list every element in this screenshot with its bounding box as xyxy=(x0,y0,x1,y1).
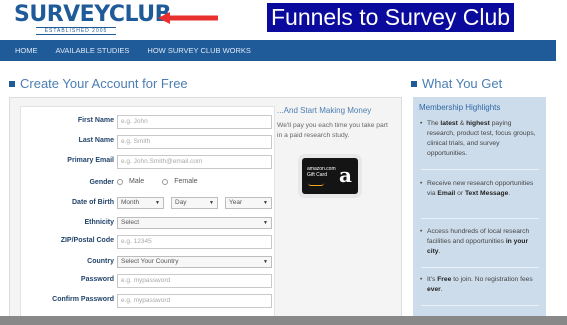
gender-female-radio[interactable] xyxy=(162,178,169,185)
divider xyxy=(421,169,539,170)
gender-female-label: Female xyxy=(174,178,198,185)
create-account-heading-text: Create Your Account for Free xyxy=(20,76,188,91)
overlay-title: Funnels to Survey Club xyxy=(267,3,515,32)
gender-row: Gender Male Female xyxy=(21,177,276,193)
heading-square-icon xyxy=(411,80,417,87)
email-label: Primary Email xyxy=(67,157,114,164)
promo-text: We'll pay you each time you take part in… xyxy=(277,122,388,139)
password-input[interactable]: e.g. mypassword xyxy=(117,274,272,288)
highlight-item: • It's Free to join. No registration fee… xyxy=(419,275,541,295)
logo-text: SURVEYCLUB xyxy=(14,2,171,27)
ethnicity-select[interactable]: Select ▼ xyxy=(117,217,272,229)
ethnicity-value: Select xyxy=(121,219,140,226)
highlight-bold: Free xyxy=(437,276,452,283)
first-name-input[interactable]: e.g. John xyxy=(117,115,272,129)
ethnicity-row: Ethnicity Select ▼ xyxy=(21,217,276,233)
chevron-down-icon: ▼ xyxy=(209,200,214,206)
amazon-gift-card-image: amazon.com Gift Card a xyxy=(302,158,358,194)
highlight-text: . xyxy=(438,248,441,255)
first-name-row: First Name e.g. John xyxy=(21,115,276,131)
email-input[interactable]: e.g. John.Smith@email.com xyxy=(117,155,272,169)
highlight-item: • Receive new research opportunities via… xyxy=(419,179,541,199)
nav-home[interactable]: HOME xyxy=(15,46,38,55)
nav-how-it-works[interactable]: HOW SURVEY CLUB WORKS xyxy=(147,46,251,55)
bullet-icon: • xyxy=(420,180,423,187)
survey-club-logo[interactable]: SURVEYCLUB ESTABLISHED 2005 xyxy=(14,2,171,35)
dob-day-select[interactable]: Day ▼ xyxy=(171,197,218,209)
highlight-text: It's xyxy=(427,276,438,283)
highlight-text: to join. No registration fees xyxy=(451,276,533,283)
red-arrow-icon xyxy=(158,12,218,24)
highlight-item: • The latest & highest paying research, … xyxy=(419,119,541,159)
zip-label: ZIP/Postal Code xyxy=(60,237,114,244)
dob-row: Date of Birth Month ▼ Day ▼ Year ▼ xyxy=(21,197,276,213)
highlight-text: . xyxy=(508,190,511,197)
highlight-bold: ever xyxy=(427,286,441,293)
dob-year-select[interactable]: Year ▼ xyxy=(225,197,272,209)
membership-highlights-title: Membership Highlights xyxy=(419,103,501,112)
dob-label: Date of Birth xyxy=(72,199,114,206)
zip-row: ZIP/Postal Code e.g. 12345 xyxy=(21,235,276,251)
gender-options: Male Female xyxy=(117,178,198,185)
last-name-row: Last Name e.g. Smith xyxy=(21,135,276,151)
country-row: Country Select Your Country ▼ xyxy=(21,256,276,272)
highlight-text: or xyxy=(455,190,465,197)
confirm-password-row: Confirm Password e.g. mypassword xyxy=(21,294,276,310)
amazon-a-logo: a xyxy=(339,163,352,187)
ethnicity-label: Ethnicity xyxy=(84,219,114,226)
highlight-text: The xyxy=(427,120,441,127)
chevron-down-icon: ▼ xyxy=(263,200,268,206)
what-you-get-heading-text: What You Get xyxy=(422,76,503,91)
footer-bar xyxy=(0,316,567,325)
dob-month-select[interactable]: Month ▼ xyxy=(117,197,164,209)
divider xyxy=(421,218,539,219)
nav-available-studies[interactable]: AVAILABLE STUDIES xyxy=(56,46,130,55)
password-row: Password e.g. mypassword xyxy=(21,274,276,290)
country-label: Country xyxy=(87,258,114,265)
divider xyxy=(421,305,539,306)
highlight-text: & xyxy=(457,120,467,127)
chevron-down-icon: ▼ xyxy=(263,220,268,226)
first-name-label: First Name xyxy=(77,117,114,124)
chevron-down-icon: ▼ xyxy=(263,259,268,265)
gender-label: Gender xyxy=(89,179,114,186)
last-name-label: Last Name xyxy=(78,137,114,144)
confirm-password-label: Confirm Password xyxy=(52,296,114,303)
highlight-bold: latest xyxy=(440,120,458,127)
email-row: Primary Email e.g. John.Smith@email.com xyxy=(21,155,276,171)
gender-male-label: Male xyxy=(129,178,145,185)
zip-input[interactable]: e.g. 12345 xyxy=(117,235,272,249)
membership-panel: Membership Highlights • The latest & hig… xyxy=(413,97,546,317)
last-name-input[interactable]: e.g. Smith xyxy=(117,135,272,149)
highlight-text: . xyxy=(440,286,443,293)
dob-year-value: Year xyxy=(229,199,243,206)
create-account-heading: Create Your Account for Free xyxy=(9,76,188,91)
logo-tagline: ESTABLISHED 2005 xyxy=(36,27,116,35)
heading-square-icon xyxy=(9,80,15,87)
country-value: Select Your Country xyxy=(121,258,179,265)
dob-month-value: Month xyxy=(121,199,140,206)
signup-form: First Name e.g. John Last Name e.g. Smit… xyxy=(20,106,275,318)
highlight-bold: Text Message xyxy=(464,190,509,197)
bullet-icon: • xyxy=(420,276,423,283)
highlight-bold: Email xyxy=(437,190,456,197)
bullet-icon: • xyxy=(420,120,423,127)
gender-male-radio[interactable] xyxy=(117,178,123,185)
confirm-password-input[interactable]: e.g. mypassword xyxy=(117,294,272,308)
bullet-icon: • xyxy=(420,228,423,235)
highlight-item: • Access hundreds of local research faci… xyxy=(419,227,541,257)
amazon-smile-icon xyxy=(308,183,324,186)
country-select[interactable]: Select Your Country ▼ xyxy=(117,256,272,268)
password-label: Password xyxy=(80,276,114,283)
site-header: SURVEYCLUB ESTABLISHED 2005 Funnels to S… xyxy=(0,0,567,40)
gift-card-text: amazon.com Gift Card xyxy=(307,166,336,178)
divider xyxy=(421,267,539,268)
highlight-bold: highest xyxy=(466,120,490,127)
dob-day-value: Day xyxy=(175,199,187,206)
main-nav: HOME AVAILABLE STUDIES HOW SURVEY CLUB W… xyxy=(0,40,556,61)
page-edge xyxy=(556,40,567,325)
chevron-down-icon: ▼ xyxy=(155,200,160,206)
promo-title: ...And Start Making Money xyxy=(277,106,372,115)
what-you-get-heading: What You Get xyxy=(411,76,502,91)
